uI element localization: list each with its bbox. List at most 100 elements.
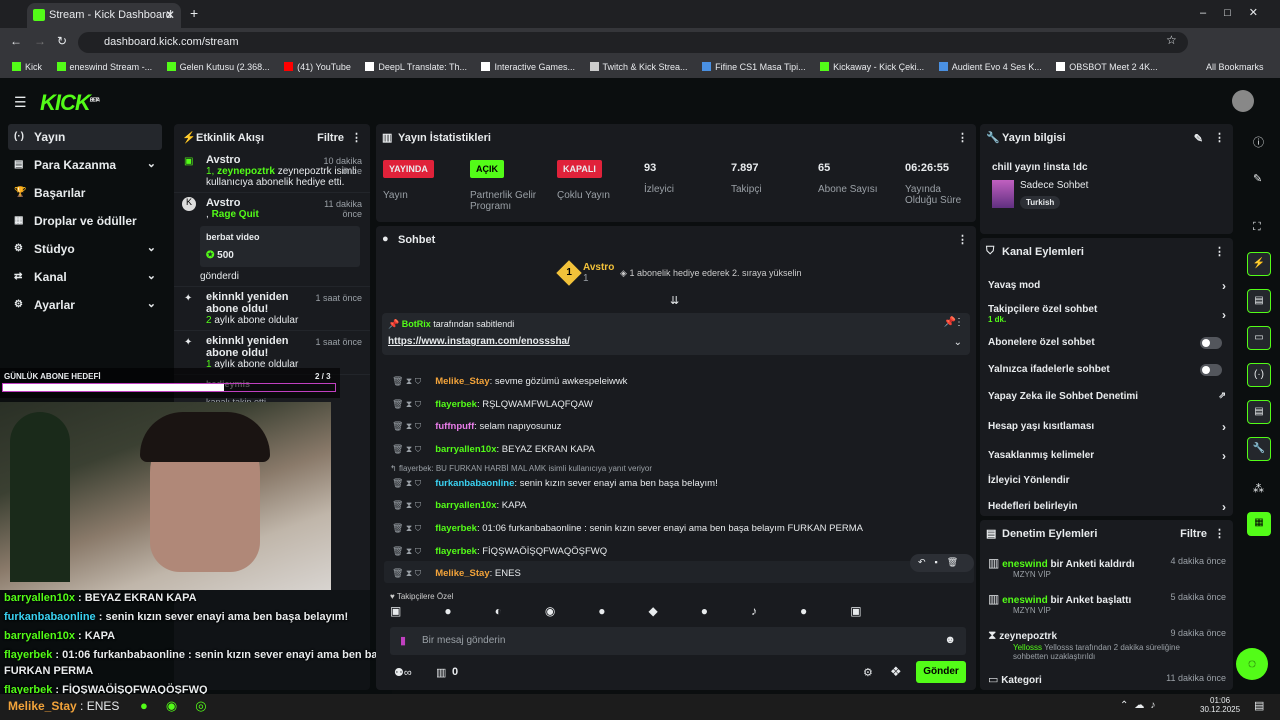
more-icon[interactable]: ⋮	[954, 317, 964, 328]
tray-icons[interactable]: ⌃☁♪	[1120, 700, 1161, 711]
chat-message[interactable]: 🗑 ⧗ ⛉ fuffnpuff: selam napıyosunuz	[392, 421, 561, 432]
rail-chat-button[interactable]: ▭	[1247, 326, 1271, 350]
bookmark-item[interactable]: Fifine CS1 Masa Tipi...	[702, 62, 806, 72]
sidebar-item-ayarlar[interactable]: ⚙ Ayarlar ⌄	[8, 292, 162, 318]
rail-add-button[interactable]: ▦	[1247, 512, 1271, 536]
message-actions[interactable]: ↶▪🗑	[910, 554, 974, 572]
more-icon[interactable]: ⋮	[1214, 245, 1225, 258]
more-icon[interactable]: ⋮	[351, 131, 362, 144]
toggle-switch[interactable]	[1200, 364, 1222, 376]
sidebar-item-para-kazanma[interactable]: ▤ Para Kazanma ⌄	[8, 152, 162, 178]
banned-words-row[interactable]: Yasaklanmış kelimeler ›	[988, 449, 1228, 463]
filter-button[interactable]: Filtre	[317, 132, 344, 144]
chat-message[interactable]: 🗑 ⧗ ⛉ flayerbek: RŞLQWAMFWLAQFQAW	[392, 399, 593, 410]
bookmark-item[interactable]: Gelen Kutusu (2.368...	[166, 62, 270, 72]
sidebar-item-studyo[interactable]: ⚙ Stüdyo ⌄	[8, 236, 162, 262]
rail-tools-button[interactable]: 🔧	[1247, 437, 1271, 461]
bookmark-item[interactable]: Kick	[12, 62, 42, 72]
more-icon[interactable]: ⋮	[957, 131, 968, 144]
sidebar-item-basarilar[interactable]: 🏆 Başarılar	[8, 180, 162, 206]
panel-header: 🔧 Yayın bilgisi ✎ ⋮	[986, 131, 1225, 145]
menu-icon[interactable]: ☰	[14, 94, 27, 111]
more-icon[interactable]: ⋮	[957, 233, 968, 246]
more-icon[interactable]: ⋮	[1214, 131, 1225, 144]
stat-viewers: 93 İzleyici	[644, 162, 675, 195]
bookmark-item[interactable]: (41) YouTube	[284, 62, 351, 72]
stat-partner: AÇIK Partnerlik Gelir Programı	[470, 160, 540, 212]
account-age-row[interactable]: Hesap yaşı kısıtlaması ›	[988, 420, 1228, 434]
close-tab-icon[interactable]: ✕	[165, 8, 175, 22]
more-icon[interactable]: ⋮	[1214, 527, 1225, 540]
rail-broadcast-button[interactable]: (·)	[1247, 363, 1271, 387]
chevron-right-icon: ›	[1222, 279, 1226, 293]
all-bookmarks[interactable]: All Bookmarks	[1206, 62, 1264, 72]
emoji-icon[interactable]: ☻	[944, 634, 956, 646]
chat-input[interactable]: ▮ Bir mesaj gönderin ☻	[390, 627, 966, 655]
followers-only-row[interactable]: Takipçilere özel sohbet 1 dk. ›	[988, 304, 1228, 324]
chat-icon: ●	[382, 233, 389, 245]
chat-message[interactable]: 🗑 ⧗ ⛉ barryallen10x: KAPA	[392, 500, 526, 511]
store-icon[interactable]: ▥	[436, 666, 446, 679]
clock[interactable]: 01:06 30.12.2025	[1200, 696, 1240, 714]
scroll-down-icon[interactable]: ⇊	[670, 294, 679, 307]
points-icon[interactable]: ⚉∞	[394, 666, 412, 679]
reply-icon: ↰	[390, 464, 397, 473]
rail-lightning-button[interactable]: ⚡	[1247, 252, 1271, 276]
rail-doc-button[interactable]: ▤	[1247, 289, 1271, 313]
settings-icon[interactable]: ⚙	[863, 666, 873, 679]
bookmark-item[interactable]: Twitch & Kick Strea...	[589, 62, 688, 72]
chat-message[interactable]: 🗑 ⧗ ⛉ flayerbek: 01:06 furkanbabaonline :…	[392, 523, 863, 534]
new-tab-icon[interactable]: +	[190, 5, 198, 21]
chat-message[interactable]: 🗑 ⧗ ⛉ furkanbabaonline: senin kızın sever…	[392, 478, 718, 489]
kicks-icon[interactable]: ❖	[890, 664, 902, 680]
bookmark-star-icon[interactable]: ☆	[1166, 33, 1177, 47]
goals-row[interactable]: Hedefleri belirleyin ›	[988, 500, 1228, 514]
send-button[interactable]: Gönder	[916, 661, 966, 683]
support-chat-button[interactable]: ◌	[1236, 648, 1268, 680]
gift-prompt[interactable]: ◈ 1 abonelik hediye ederek 2. sıraya yük…	[620, 268, 802, 279]
chat-message[interactable]: 🗑 ⧗ ⛉ flayerbek: FİQŞWAÖİŞQFWAQÖŞFWQ	[392, 546, 607, 557]
leaderboard-entry[interactable]: Avstro 1	[583, 262, 614, 284]
emotes-only-row[interactable]: Yalnızca ifadelerle sohbet	[988, 364, 1228, 376]
sidebar-item-yayin[interactable]: (·) Yayın	[8, 124, 162, 150]
back-icon[interactable]: ←	[10, 34, 22, 48]
bookmark-item[interactable]: Interactive Games...	[481, 62, 575, 72]
url-field[interactable]: dashboard.kick.com/stream	[78, 32, 1188, 53]
chevron-down-icon[interactable]: ⌄	[954, 337, 962, 348]
toggle-switch[interactable]	[1200, 337, 1222, 349]
reload-icon[interactable]: ↻	[57, 34, 67, 48]
fullscreen-icon[interactable]: ⛶	[1253, 221, 1261, 234]
sidebar-item-droplar[interactable]: ▦ Droplar ve ödüller	[8, 208, 162, 234]
window-controls[interactable]: –□✕	[1200, 6, 1276, 19]
slow-mode-row[interactable]: Yavaş mod ›	[988, 279, 1228, 293]
rail-stats-button[interactable]: ▤	[1247, 400, 1271, 424]
subscribers-only-row[interactable]: Abonelere özel sohbet	[988, 337, 1228, 349]
browser-tab[interactable]: Stream - Kick Dashboard ✕	[27, 3, 181, 28]
filter-button[interactable]: Filtre	[1180, 528, 1207, 540]
bookmark-item[interactable]: OBSBOT Meet 2 4K...	[1056, 62, 1158, 72]
emote-row[interactable]: ▣●◐◉●◆●♪●▣	[390, 604, 970, 622]
chat-message[interactable]: 🗑 ⧗ ⛉ Melike_Stay: ENES	[392, 568, 521, 579]
edit-icon[interactable]: ✎	[1253, 172, 1262, 185]
ai-moderation-row[interactable]: Yapay Zeka ile Sohbet Denetimi ⇗	[988, 390, 1228, 402]
raid-row[interactable]: İzleyici Yönlendir	[988, 475, 1228, 486]
pinned-message[interactable]: 📌 BotRix tarafından sabitlendi https://w…	[382, 313, 970, 355]
apps-icon[interactable]: ⁂	[1253, 482, 1264, 495]
stat-followers: 7.897 Takipçi	[731, 162, 762, 195]
sidebar-item-kanal[interactable]: ⇄ Kanal ⌄	[8, 264, 162, 290]
chart-icon: ▥	[382, 132, 393, 144]
taskbar-apps[interactable]: ●◉◎	[140, 698, 225, 714]
chat-message[interactable]: 🗑 ⧗ ⛉ Melike_Stay: sevme gözümü awkespele…	[392, 376, 627, 387]
forward-icon[interactable]: →	[34, 34, 46, 48]
notification-icon[interactable]: ▤	[1254, 699, 1264, 712]
edit-icon[interactable]: ✎	[1194, 132, 1203, 145]
bookmark-item[interactable]: Kickaway - Kick Çeki...	[820, 62, 924, 72]
avatar[interactable]	[1232, 90, 1254, 112]
tab-title: Stream - Kick Dashboard	[49, 9, 172, 21]
chat-message[interactable]: 🗑 ⧗ ⛉ barryallen10x: BEYAZ EKRAN KAPA	[392, 444, 595, 455]
info-icon[interactable]: ⓘ	[1253, 134, 1264, 150]
kick-logo[interactable]: KICKBETA	[40, 90, 100, 116]
bookmark-item[interactable]: Audient Evo 4 Ses K...	[938, 62, 1042, 72]
bookmark-item[interactable]: eneswind Stream -...	[56, 62, 152, 72]
bookmark-item[interactable]: DeepL Translate: Th...	[365, 62, 467, 72]
